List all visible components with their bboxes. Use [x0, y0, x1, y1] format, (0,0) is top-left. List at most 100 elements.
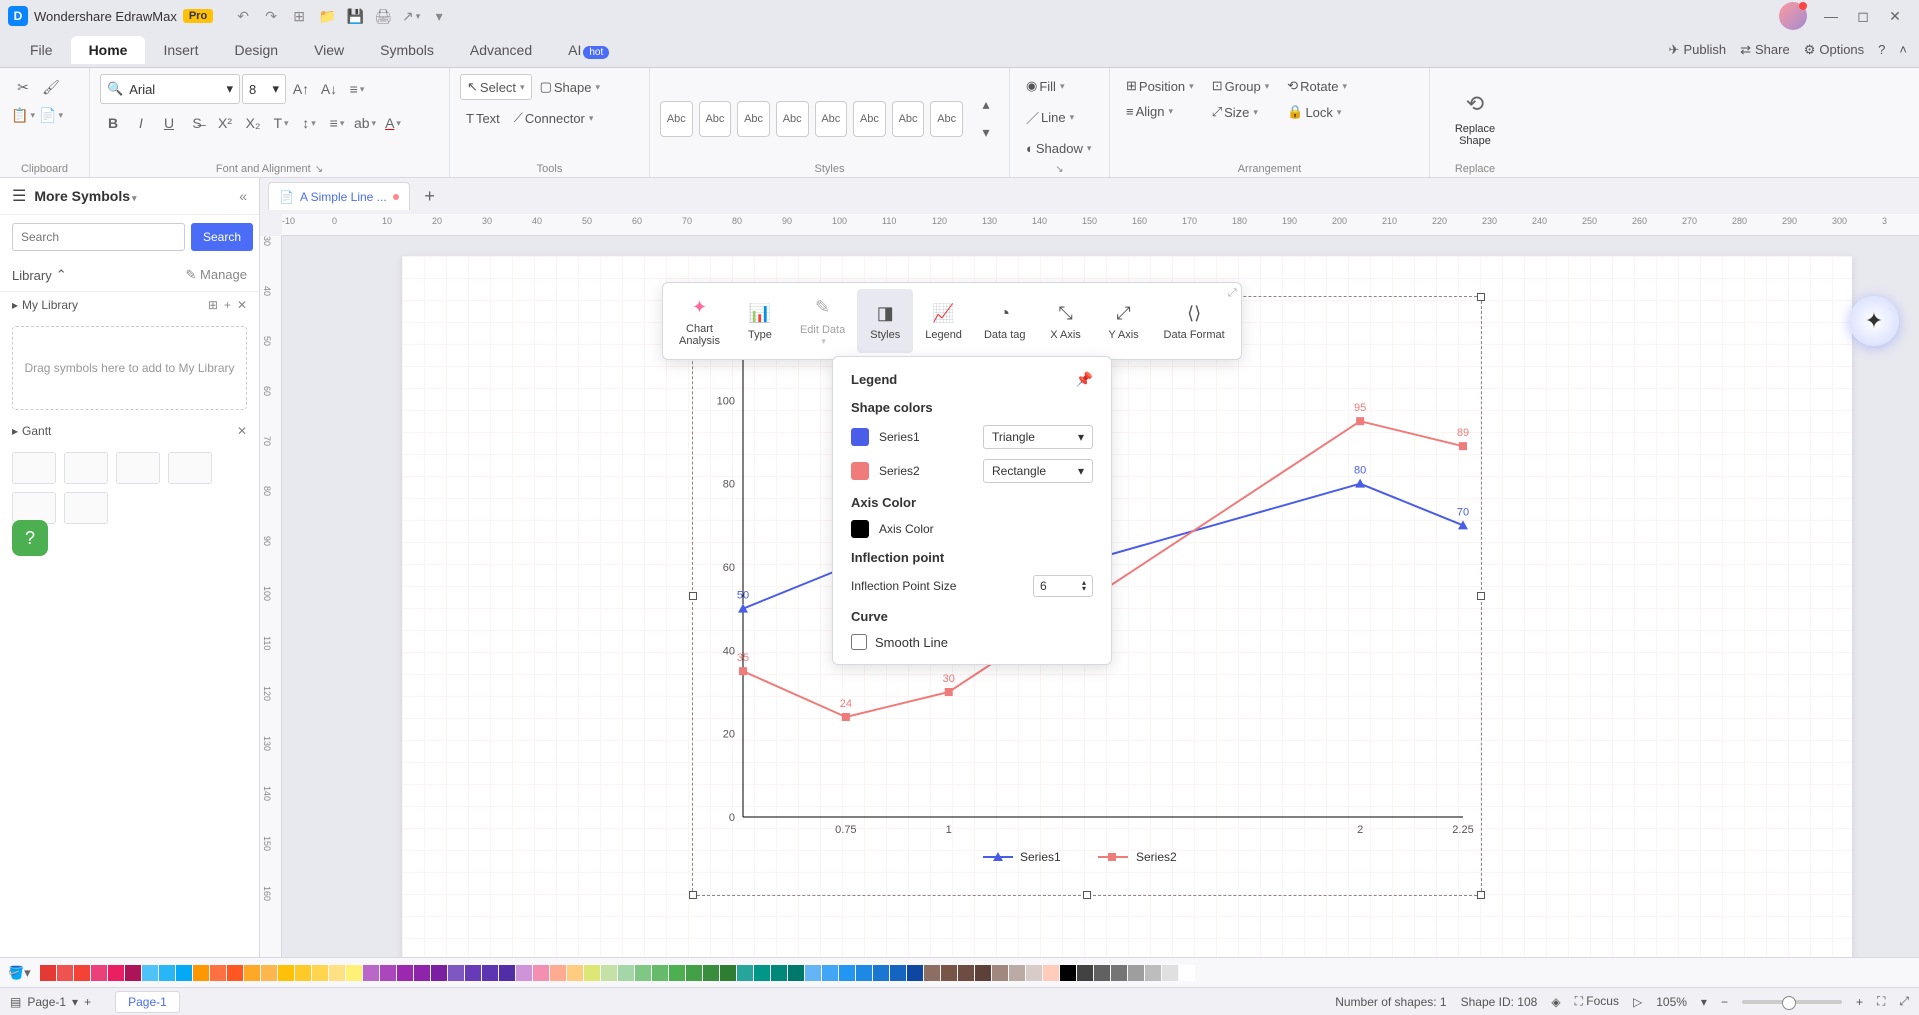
style-btn-2[interactable]: Abc: [699, 101, 732, 137]
library-dropzone[interactable]: Drag symbols here to add to My Library: [12, 326, 247, 410]
gantt-symbol-3[interactable]: [116, 452, 160, 484]
collapse-ribbon-icon[interactable]: ˄: [1899, 42, 1907, 57]
symbol-search-input[interactable]: [12, 223, 185, 251]
color-swatch[interactable]: [465, 965, 481, 981]
color-swatch[interactable]: [822, 965, 838, 981]
color-swatch[interactable]: [278, 965, 294, 981]
color-swatch[interactable]: [1145, 965, 1161, 981]
color-swatch[interactable]: [1060, 965, 1076, 981]
page-list-icon[interactable]: ▤: [10, 995, 21, 1009]
color-swatch[interactable]: [295, 965, 311, 981]
color-swatch[interactable]: [1077, 965, 1093, 981]
align-btn[interactable]: ≡ Align: [1120, 100, 1200, 123]
color-swatch[interactable]: [261, 965, 277, 981]
series1-shape-select[interactable]: Triangle▾: [983, 425, 1093, 449]
color-swatch[interactable]: [329, 965, 345, 981]
y-axis-btn[interactable]: ⤢Y Axis: [1096, 289, 1152, 353]
chart-analysis-btn[interactable]: ✦Chart Analysis: [669, 289, 730, 353]
copy-icon[interactable]: 📋: [10, 102, 36, 128]
chart-type-btn[interactable]: 📊Type: [732, 289, 788, 353]
fit-icon[interactable]: ⛶: [1877, 994, 1885, 1009]
page-tab-1[interactable]: Page-1: [115, 991, 180, 1013]
color-swatch[interactable]: [397, 965, 413, 981]
fullscreen-icon[interactable]: ⤢: [1899, 994, 1909, 1009]
gantt-label[interactable]: Gantt: [22, 424, 51, 438]
chart-legend-btn[interactable]: 📈Legend: [915, 289, 972, 353]
document-tab[interactable]: 📄 A Simple Line ...: [268, 182, 410, 210]
x-axis-btn[interactable]: ⤡X Axis: [1038, 289, 1094, 353]
zoom-in-icon[interactable]: +: [1856, 995, 1863, 1009]
color-swatch[interactable]: [703, 965, 719, 981]
style-btn-6[interactable]: Abc: [853, 101, 886, 137]
data-format-btn[interactable]: ⟨⟩Data Format: [1154, 289, 1235, 353]
color-swatch[interactable]: [907, 965, 923, 981]
style-btn-7[interactable]: Abc: [892, 101, 925, 137]
shape-tool[interactable]: ▢ Shape: [534, 75, 606, 99]
color-swatch[interactable]: [720, 965, 736, 981]
lock-btn[interactable]: 🔒 Lock: [1281, 100, 1353, 124]
help-bubble[interactable]: ?: [12, 520, 48, 556]
manage-link[interactable]: ✎ Manage: [186, 267, 248, 283]
color-swatch[interactable]: [431, 965, 447, 981]
print-icon[interactable]: 🖨: [371, 4, 395, 28]
size-btn[interactable]: ⤢ Size: [1206, 100, 1276, 124]
lib-add-icon[interactable]: ⊞: [208, 298, 218, 312]
color-swatch[interactable]: [57, 965, 73, 981]
style-up-icon[interactable]: ▴: [973, 92, 999, 118]
style-btn-3[interactable]: Abc: [737, 101, 770, 137]
color-swatch[interactable]: [193, 965, 209, 981]
font-size-select[interactable]: 8▾: [242, 74, 286, 104]
gantt-symbol-4[interactable]: [168, 452, 212, 484]
color-swatch[interactable]: [91, 965, 107, 981]
color-swatch[interactable]: [958, 965, 974, 981]
color-swatch[interactable]: [74, 965, 90, 981]
format-painter-icon[interactable]: 🖌: [38, 74, 64, 100]
color-swatch[interactable]: [873, 965, 889, 981]
chart-styles-btn[interactable]: ◨Styles: [857, 289, 913, 353]
replace-shape-icon[interactable]: ⟲: [1462, 91, 1488, 117]
color-swatch[interactable]: [737, 965, 753, 981]
strike-icon[interactable]: S̶: [184, 110, 210, 136]
spacing-icon[interactable]: ↕: [296, 110, 322, 136]
color-swatch[interactable]: [108, 965, 124, 981]
export-icon[interactable]: ↗: [399, 4, 423, 28]
menu-home[interactable]: Home: [71, 36, 146, 64]
color-swatch[interactable]: [312, 965, 328, 981]
italic-icon[interactable]: I: [128, 110, 154, 136]
cut-icon[interactable]: ✂: [10, 74, 36, 100]
style-down-icon[interactable]: ▾: [973, 120, 999, 146]
canvas[interactable]: 02040608010012000.75122.2550605280703524…: [282, 236, 1919, 957]
color-swatch[interactable]: [771, 965, 787, 981]
inflection-size-input[interactable]: 6▴▾: [1033, 575, 1093, 597]
color-swatch[interactable]: [346, 965, 362, 981]
color-swatch[interactable]: [788, 965, 804, 981]
case-icon[interactable]: T: [268, 110, 294, 136]
font-color-icon[interactable]: A: [380, 110, 406, 136]
edit-data-btn[interactable]: ✎Edit Data: [790, 289, 855, 353]
color-swatch[interactable]: [601, 965, 617, 981]
color-swatch[interactable]: [227, 965, 243, 981]
share-link[interactable]: ⇄ Share: [1740, 42, 1790, 58]
color-swatch[interactable]: [805, 965, 821, 981]
collapse-panel-icon[interactable]: «: [239, 188, 247, 204]
color-swatch[interactable]: [652, 965, 668, 981]
play-icon[interactable]: ▷: [1633, 995, 1642, 1009]
paint-bucket-icon[interactable]: 🪣▾: [8, 965, 31, 981]
undo-icon[interactable]: ↶: [231, 4, 255, 28]
zoom-out-icon[interactable]: −: [1721, 995, 1728, 1009]
menu-design[interactable]: Design: [216, 36, 296, 64]
decrease-font-icon[interactable]: A↓: [316, 76, 342, 102]
subscript-icon[interactable]: X₂: [240, 110, 266, 136]
font-name-select[interactable]: 🔍 Arial▾: [100, 74, 240, 104]
series2-shape-select[interactable]: Rectangle▾: [983, 459, 1093, 483]
color-swatch[interactable]: [686, 965, 702, 981]
line-btn[interactable]: ／ Line: [1020, 104, 1080, 131]
menu-file[interactable]: File: [12, 36, 71, 64]
gantt-symbol-6[interactable]: [64, 492, 108, 524]
color-swatch[interactable]: [856, 965, 872, 981]
open-icon[interactable]: 📁: [315, 4, 339, 28]
toolbar-expand-icon[interactable]: ⤢: [1228, 287, 1237, 300]
color-swatch[interactable]: [1026, 965, 1042, 981]
my-library-label[interactable]: My Library: [22, 298, 78, 312]
color-swatch[interactable]: [1009, 965, 1025, 981]
